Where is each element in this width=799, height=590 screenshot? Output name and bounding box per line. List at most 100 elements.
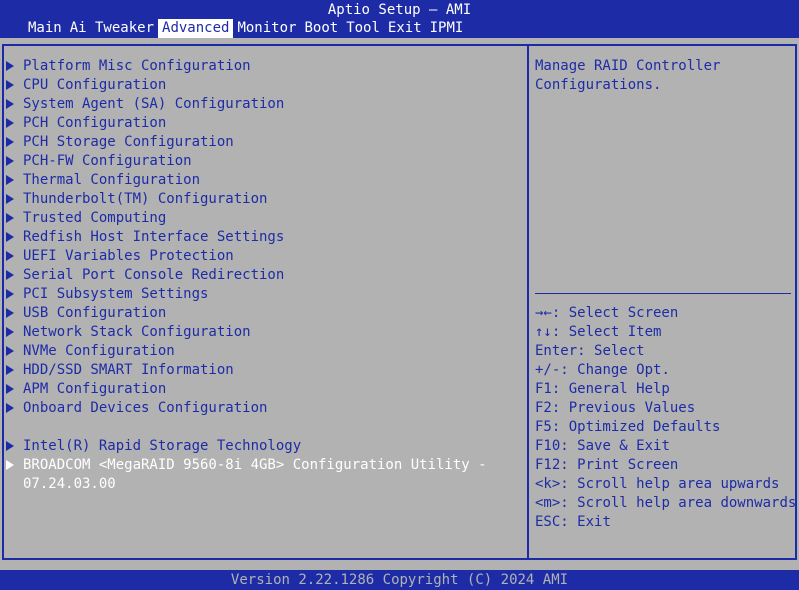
menu-item-label: Redfish Host Interface Settings (23, 229, 285, 245)
key-help-description: : Previous Values (551, 400, 696, 416)
tab-bar: Main Ai Tweaker Advanced Monitor Boot To… (0, 19, 467, 38)
tab-exit[interactable]: Exit (384, 19, 426, 38)
menu-item[interactable]: CPU Configuration (6, 76, 166, 95)
menu-item-label: Serial Port Console Redirection (23, 267, 285, 283)
submenu-arrow-icon (6, 61, 14, 71)
help-divider (535, 293, 791, 294)
menu-item[interactable]: Intel(R) Rapid Storage Technology (6, 437, 301, 456)
submenu-arrow-icon (6, 232, 14, 242)
menu-item-label: Trusted Computing (23, 210, 167, 226)
menu-item[interactable]: Platform Misc Configuration (6, 57, 251, 76)
key-help-key: F5 (535, 419, 552, 435)
tab-boot[interactable]: Boot (300, 19, 342, 38)
menu-item[interactable]: Thermal Configuration (6, 171, 200, 190)
menu-item-label: Thermal Configuration (23, 172, 201, 188)
submenu-arrow-icon (6, 251, 14, 261)
menu-item[interactable]: PCH Storage Configuration (6, 133, 234, 152)
key-help-description: : Scroll help area downwards (560, 495, 797, 511)
help-description-line-1: Manage RAID Controller (535, 58, 721, 74)
menu-item-label: BROADCOM <MegaRAID 9560-8i 4GB> Configur… (23, 457, 487, 473)
menu-item[interactable]: Thunderbolt(TM) Configuration (6, 190, 267, 209)
submenu-arrow-icon (6, 346, 14, 356)
submenu-arrow-icon (6, 156, 14, 166)
key-help-item: <k>: Scroll help area upwards (535, 475, 779, 494)
menu-item[interactable]: Onboard Devices Configuration (6, 399, 267, 418)
key-help-description: : Optimized Defaults (551, 419, 721, 435)
key-help-description: : Change Opt. (560, 362, 670, 378)
menu-item[interactable]: Trusted Computing (6, 209, 166, 228)
key-help-description: : Save & Exit (560, 438, 670, 454)
menu-item-selected[interactable]: BROADCOM <MegaRAID 9560-8i 4GB> Configur… (6, 456, 487, 475)
key-help-item: F12: Print Screen (535, 456, 678, 475)
menu-item-label: Thunderbolt(TM) Configuration (23, 191, 268, 207)
tab-monitor[interactable]: Monitor (233, 19, 300, 38)
menu-item-label: USB Configuration (23, 305, 167, 321)
menu-item-label: Intel(R) Rapid Storage Technology (23, 438, 302, 454)
key-help-key: F10 (535, 438, 561, 454)
menu-item[interactable]: Redfish Host Interface Settings (6, 228, 284, 247)
submenu-arrow-icon (6, 460, 14, 470)
key-help-item: F10: Save & Exit (535, 437, 670, 456)
key-help-item: F5: Optimized Defaults (535, 418, 720, 437)
tab-advanced[interactable]: Advanced (158, 19, 234, 38)
title-bar: Aptio Setup – AMI Main Ai Tweaker Advanc… (0, 0, 799, 38)
key-help-item: ESC: Exit (535, 513, 611, 532)
key-help-description: : Print Screen (560, 457, 679, 473)
menu-item[interactable]: HDD/SSD SMART Information (6, 361, 234, 380)
menu-item[interactable]: NVMe Configuration (6, 342, 175, 361)
submenu-arrow-icon (6, 137, 14, 147)
menu-item[interactable]: System Agent (SA) Configuration (6, 95, 284, 114)
menu-item[interactable]: Network Stack Configuration (6, 323, 251, 342)
submenu-arrow-icon (6, 384, 14, 394)
app-title: Aptio Setup – AMI (327, 2, 472, 18)
menu-item[interactable]: PCI Subsystem Settings (6, 285, 208, 304)
menu-item[interactable]: PCH-FW Configuration (6, 152, 192, 171)
menu-item-label: HDD/SSD SMART Information (23, 362, 234, 378)
key-help-item: F1: General Help (535, 380, 670, 399)
submenu-arrow-icon (6, 308, 14, 318)
key-help-item: +/-: Change Opt. (535, 361, 670, 380)
tab-ipmi[interactable]: IPMI (426, 19, 468, 38)
menu-item[interactable]: Serial Port Console Redirection (6, 266, 284, 285)
submenu-arrow-icon (6, 213, 14, 223)
menu-item-label: PCH Storage Configuration (23, 134, 234, 150)
key-help-description: : General Help (551, 381, 670, 397)
submenu-arrow-icon (6, 289, 14, 299)
menu-item-label: PCH-FW Configuration (23, 153, 192, 169)
key-help-description: : Select Screen (551, 305, 679, 321)
menu-item-label: PCI Subsystem Settings (23, 286, 209, 302)
key-help-key: <k> (535, 476, 561, 492)
key-help-description: : Exit (560, 514, 611, 530)
key-help-key: F12 (535, 457, 561, 473)
tab-main[interactable]: Main (24, 19, 66, 38)
menu-item[interactable]: PCH Configuration (6, 114, 166, 133)
menu-item-label: CPU Configuration (23, 77, 167, 93)
key-help-item: F2: Previous Values (535, 399, 695, 418)
menu-item[interactable]: APM Configuration (6, 380, 166, 399)
submenu-arrow-icon (6, 327, 14, 337)
key-help-key: F2 (535, 400, 552, 416)
menu-item-label: Onboard Devices Configuration (23, 400, 268, 416)
key-help-item: ↑↓: Select Item (535, 323, 661, 342)
menu-item-label: NVMe Configuration (23, 343, 175, 359)
key-help-key: F1 (535, 381, 552, 397)
submenu-arrow-icon (6, 175, 14, 185)
key-help-key: Enter (535, 343, 578, 359)
menu-item-label: Network Stack Configuration (23, 324, 251, 340)
submenu-arrow-icon (6, 270, 14, 280)
menu-item[interactable]: UEFI Variables Protection (6, 247, 234, 266)
key-help-key: <m> (535, 495, 561, 511)
help-description-line-2: Configurations. (535, 77, 662, 93)
menu-item[interactable]: USB Configuration (6, 304, 166, 323)
key-help-item: →←: Select Screen (535, 304, 678, 323)
footer-version: Version 2.22.1286 Copyright (C) 2024 AMI (0, 570, 799, 590)
key-help-item: <m>: Scroll help area downwards (535, 494, 796, 513)
key-help-key: ESC (535, 514, 561, 530)
tab-ai-tweaker[interactable]: Ai Tweaker (66, 19, 158, 38)
submenu-arrow-icon (6, 403, 14, 413)
submenu-arrow-icon (6, 194, 14, 204)
key-help-key: ↑↓ (535, 324, 552, 340)
submenu-arrow-icon (6, 80, 14, 90)
menu-item-label: APM Configuration (23, 381, 167, 397)
tab-tool[interactable]: Tool (342, 19, 384, 38)
